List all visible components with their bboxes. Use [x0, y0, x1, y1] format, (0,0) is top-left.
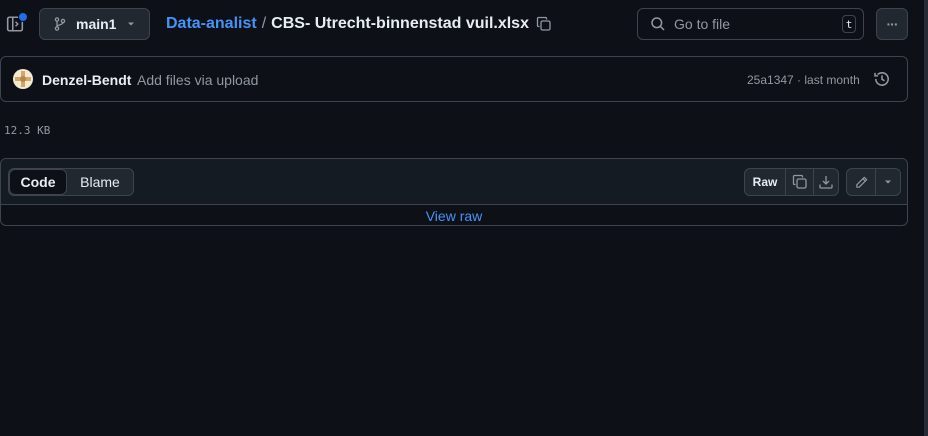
- avatar[interactable]: [13, 69, 33, 89]
- chevron-down-icon: [885, 180, 891, 184]
- copy-raw-button[interactable]: [786, 169, 814, 195]
- file-size: 12.3 KB: [4, 124, 51, 137]
- breadcrumb: Data-analist / CBS- Utrecht-binnenstad v…: [166, 14, 552, 34]
- git-branch-icon: [54, 17, 66, 31]
- kebab-horizontal-icon: ···: [886, 16, 899, 32]
- branch-name: main1: [76, 16, 117, 32]
- latest-commit-box: Denzel-Bendt Add files via upload 25a134…: [0, 56, 908, 102]
- go-to-file-input[interactable]: Go to file t: [637, 8, 864, 40]
- raw-button[interactable]: Raw: [745, 169, 786, 195]
- history-button[interactable]: [873, 70, 891, 88]
- tab-blame[interactable]: Blame: [67, 169, 133, 195]
- view-mode-toggle: Code Blame: [8, 168, 134, 196]
- more-options-button[interactable]: ···: [876, 8, 908, 40]
- search-shortcut-key: t: [842, 15, 856, 33]
- breadcrumb-filename: CBS- Utrecht-binnenstad vuil.xlsx: [271, 15, 529, 32]
- copy-path-button[interactable]: [536, 16, 552, 32]
- search-placeholder: Go to file: [674, 16, 731, 32]
- edit-button-group: [846, 168, 901, 196]
- view-raw-link[interactable]: View raw: [426, 208, 483, 224]
- edit-options-dropdown[interactable]: [876, 169, 900, 195]
- branch-selector-button[interactable]: main1: [39, 8, 150, 40]
- download-button[interactable]: [814, 169, 838, 195]
- tab-code[interactable]: Code: [9, 169, 67, 195]
- page-scrollbar[interactable]: [924, 0, 928, 436]
- breadcrumb-separator: /: [261, 15, 267, 32]
- raw-button-group: Raw: [744, 168, 839, 196]
- commit-hash-time[interactable]: 25a1347 · last month: [747, 73, 860, 87]
- sidebar-expand-button[interactable]: [6, 12, 28, 34]
- file-viewer-body: View raw: [1, 205, 907, 225]
- notification-dot: [18, 12, 28, 22]
- commit-message-link[interactable]: Add files via upload: [137, 72, 258, 88]
- download-icon: [819, 176, 833, 189]
- search-icon: [651, 17, 665, 31]
- history-icon: [874, 72, 889, 86]
- commit-author-link[interactable]: Denzel-Bendt: [42, 72, 131, 88]
- copy-icon: [536, 16, 551, 31]
- copy-icon: [792, 174, 807, 189]
- edit-file-button[interactable]: [847, 169, 876, 195]
- breadcrumb-repo-link[interactable]: Data-analist: [166, 15, 257, 33]
- file-viewer: Code Blame Raw View raw: [0, 158, 908, 226]
- chevron-down-icon: [128, 22, 135, 26]
- pencil-icon: [855, 176, 867, 188]
- file-viewer-header: Code Blame Raw: [1, 159, 907, 205]
